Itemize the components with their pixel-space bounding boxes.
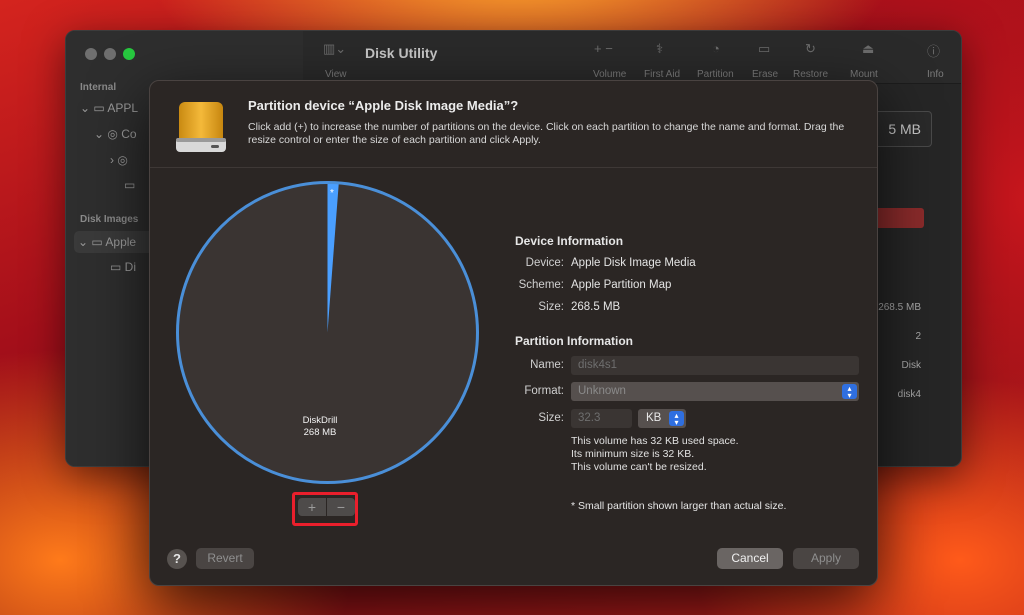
info-icon[interactable]: ⓘ: [927, 41, 940, 60]
apply-button[interactable]: Apply: [793, 548, 859, 569]
sidebar-item-label: Di: [124, 260, 137, 274]
scheme-label: Scheme:: [518, 279, 564, 291]
usage-bar: [874, 208, 924, 228]
toolbar-restore[interactable]: Restore: [793, 69, 828, 80]
device-size-label: Size:: [538, 301, 564, 313]
mount-icon[interactable]: ⏏: [862, 41, 874, 57]
partition-size: 268 MB: [303, 427, 337, 438]
sidebar-item-label: Co: [121, 127, 137, 141]
dialog-title: Partition device “Apple Disk Image Media…: [248, 98, 519, 113]
sidebar-section-internal: Internal: [80, 82, 117, 93]
partition-info-heading: Partition Information: [515, 334, 633, 348]
device-value: Apple Disk Image Media: [571, 257, 696, 269]
cancel-button[interactable]: Cancel: [717, 548, 783, 569]
scheme-value: Apple Partition Map: [571, 279, 672, 291]
device-label: Device:: [525, 257, 564, 269]
toolbar: ▥⌄ View Disk Utility + − Volume ⚕ First …: [303, 31, 961, 84]
small-partition-footnote: * Small partition shown larger than actu…: [571, 500, 787, 512]
format-label: Format:: [524, 385, 564, 397]
volume-add-remove-icon[interactable]: + −: [594, 41, 613, 56]
device-info-heading: Device Information: [515, 234, 624, 248]
partition-name-field[interactable]: disk4s1: [571, 356, 859, 375]
restore-icon[interactable]: ↻: [805, 41, 816, 57]
volume-note-used: This volume has 32 KB used space.: [571, 435, 739, 447]
format-value: Unknown: [578, 385, 626, 397]
erase-icon[interactable]: ▭: [758, 41, 770, 57]
format-select[interactable]: Unknown ▴ ▾: [571, 382, 859, 401]
toolbar-erase[interactable]: Erase: [752, 69, 778, 80]
dialog-description: Click add (+) to increase the number of …: [248, 121, 845, 146]
volume-note-minimum: Its minimum size is 32 KB.: [571, 448, 695, 460]
toolbar-volume[interactable]: Volume: [593, 69, 626, 80]
remove-partition-button[interactable]: −: [327, 498, 355, 516]
revert-button[interactable]: Revert: [196, 548, 254, 569]
sidebar-item-volume[interactable]: › ◎: [110, 153, 128, 167]
partition-icon[interactable]: ◔: [712, 41, 720, 56]
divider: [150, 167, 877, 168]
updown-chevron-icon: ▴ ▾: [669, 411, 684, 427]
sidebar-item-volume-sub[interactable]: ▭: [124, 178, 135, 192]
zoom-window-button[interactable]: [123, 48, 135, 60]
partition-size-field[interactable]: 32.3: [571, 409, 632, 428]
size-unit-value: KB: [646, 412, 662, 424]
close-window-button[interactable]: [85, 48, 97, 60]
updown-chevron-icon: ▴ ▾: [842, 384, 857, 400]
partition-size-label: Size:: [538, 412, 564, 424]
toolbar-mount[interactable]: Mount: [850, 69, 878, 80]
sidebar-section-disk-images: Disk Images: [80, 214, 139, 225]
sidebar-item-container[interactable]: ⌄ ◎ Co: [94, 127, 137, 141]
toolbar-first-aid[interactable]: First Aid: [644, 69, 680, 80]
window-title: Disk Utility: [365, 45, 438, 61]
sidebar-item-label: Apple: [105, 235, 137, 249]
pie-partition-label[interactable]: DiskDrill 268 MB: [265, 415, 375, 439]
sidebar-toggle-icon[interactable]: ▥⌄: [323, 41, 346, 57]
help-button[interactable]: ?: [167, 549, 187, 569]
volume-note-resize: This volume can't be resized.: [571, 461, 707, 473]
minimize-window-button[interactable]: [104, 48, 116, 60]
view-label: View: [325, 69, 347, 80]
add-remove-partition-control: + −: [292, 492, 358, 526]
external-drive-icon: [176, 102, 226, 152]
size-box-value: 5 MB: [888, 121, 921, 137]
name-label: Name:: [530, 359, 564, 371]
small-partition-marker: *: [330, 188, 334, 199]
device-size-value: 268.5 MB: [571, 301, 621, 313]
toolbar-partition[interactable]: Partition: [697, 69, 734, 80]
sidebar-item-label: APPL: [107, 101, 139, 115]
partition-dialog: Partition device “Apple Disk Image Media…: [149, 80, 878, 586]
sidebar-item-disk-image-volume[interactable]: ▭ Di: [110, 260, 136, 274]
partition-name: DiskDrill: [302, 415, 338, 426]
first-aid-icon[interactable]: ⚕: [656, 41, 663, 57]
partition-pie-chart[interactable]: *: [175, 180, 480, 485]
toolbar-info[interactable]: Info: [927, 69, 944, 80]
sidebar-item-internal-disk[interactable]: ⌄ ▭ APPL: [80, 101, 138, 115]
add-partition-button[interactable]: +: [298, 498, 326, 516]
size-unit-select[interactable]: KB ▴ ▾: [638, 409, 686, 428]
